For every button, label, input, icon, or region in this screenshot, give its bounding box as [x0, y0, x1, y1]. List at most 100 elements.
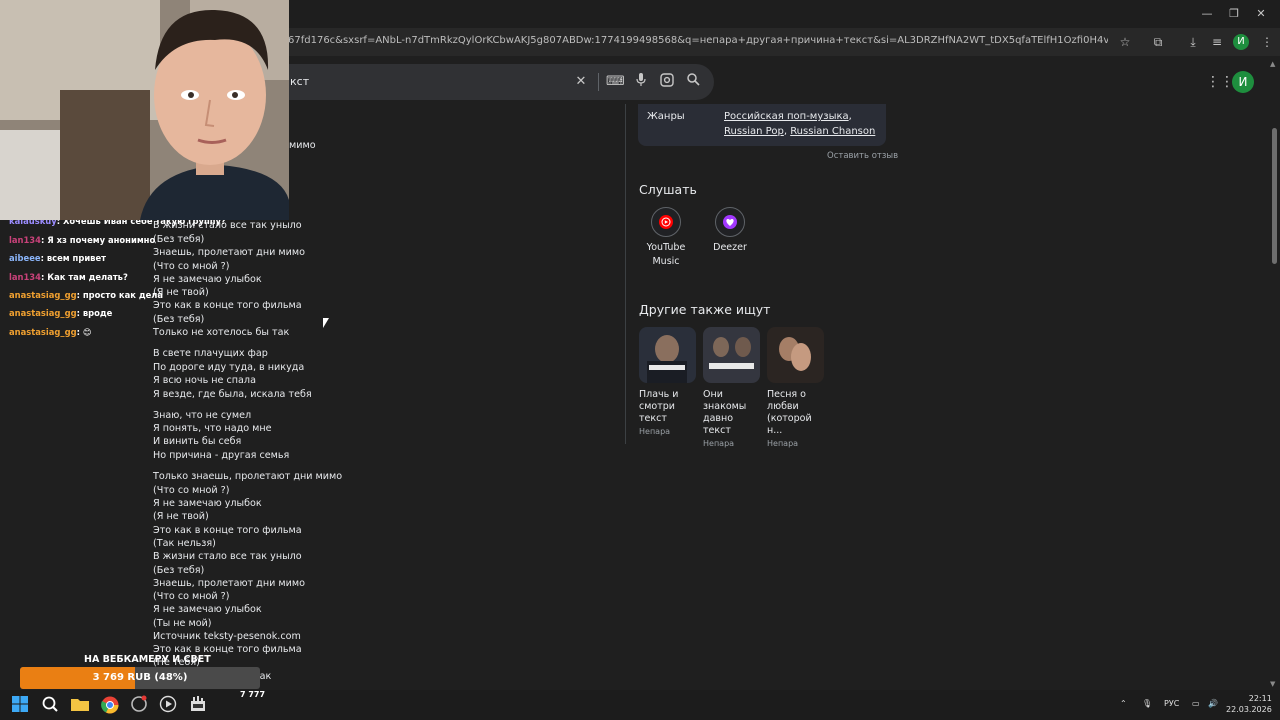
- lyrics-line: Это как в конце того фильма: [153, 525, 302, 536]
- scroll-up-arrow-icon[interactable]: ▲: [1270, 60, 1275, 68]
- lyrics-line: Я не замечаю улыбок: [153, 498, 262, 509]
- lyrics-line: Но причина - другая семья: [153, 450, 290, 461]
- related-song-card[interactable]: Плачь и смотри текст Непара: [639, 327, 697, 436]
- others-search-heading: Другие также ищут: [639, 302, 771, 317]
- lyrics-line: Только знаешь, пролетают дни мимо: [153, 471, 343, 482]
- menu-icon[interactable]: ⋮: [1258, 33, 1276, 51]
- keyboard-icon[interactable]: ⌨: [606, 73, 625, 91]
- lyrics-line: Я не замечаю улыбок: [153, 604, 262, 615]
- media-player-icon[interactable]: [159, 695, 179, 715]
- chat-text: Как там делать?: [47, 272, 128, 282]
- listen-label: YouTube Music: [646, 242, 686, 267]
- search-box[interactable]: кст ✕ ⌨: [260, 64, 714, 100]
- url-text[interactable]: 67fd176c&sxsrf=ANbL-n7dTmRkzQylOrKCbwAKJ…: [288, 35, 1108, 46]
- genre-link[interactable]: Российская поп-музыка: [724, 111, 849, 122]
- related-song-card[interactable]: Песня о любви (которой н... Непара: [767, 327, 825, 448]
- lyrics-line: (Без тебя): [153, 314, 205, 325]
- close-window-icon[interactable]: ✕: [1252, 6, 1270, 22]
- language-indicator[interactable]: РУС: [1164, 699, 1179, 708]
- chrome-icon[interactable]: [100, 695, 120, 715]
- chat-username: anastasiag_gg: [9, 308, 77, 318]
- genres-value: Российская поп-музыка, Russian Pop, Russ…: [724, 111, 876, 137]
- scrollbar-thumb[interactable]: [1272, 128, 1277, 264]
- related-song-title[interactable]: Песня о любви (которой н...: [767, 389, 825, 437]
- related-song-title[interactable]: Они знакомы давно текст: [703, 389, 761, 437]
- related-song-thumbnail[interactable]: [767, 327, 824, 383]
- file-explorer-icon[interactable]: [70, 695, 90, 715]
- system-clock[interactable]: 22:11 22.03.2026: [1226, 693, 1272, 715]
- lyrics-line: мимо: [289, 140, 316, 151]
- tray-chevron-icon[interactable]: ⌃: [1120, 699, 1127, 708]
- windows-start-icon[interactable]: [11, 695, 31, 715]
- lyrics-line: Знаешь, пролетают дни мимо: [153, 578, 305, 589]
- stream-counter: 7 777: [240, 690, 266, 699]
- youtube-music-icon[interactable]: [651, 207, 681, 237]
- lyrics-line: Знаешь, пролетают дни мимо: [153, 247, 305, 258]
- lyrics-line: По дороге иду туда, в никуда: [153, 362, 305, 373]
- reading-list-icon[interactable]: ≡: [1208, 33, 1226, 51]
- genres-panel: Жанры Российская поп-музыка, Russian Pop…: [638, 104, 886, 146]
- clock-time: 22:11: [1248, 694, 1272, 703]
- related-song-artist: Непара: [703, 439, 735, 448]
- lyrics-line: (Что со мной ?): [153, 591, 230, 602]
- webcam-feed-image: [0, 0, 289, 220]
- feedback-link[interactable]: Оставить отзыв: [827, 151, 898, 161]
- search-icon[interactable]: [684, 73, 702, 91]
- restore-icon[interactable]: ❐: [1225, 6, 1243, 22]
- downloads-icon[interactable]: ⤓: [1184, 33, 1202, 51]
- related-song-thumbnail[interactable]: [639, 327, 696, 383]
- clear-icon[interactable]: ✕: [572, 73, 590, 91]
- webcam-overlay: [0, 0, 289, 220]
- related-song-thumbnail[interactable]: [703, 327, 760, 383]
- chat-message: anastasiag_gg: вроде: [9, 308, 113, 318]
- profile-avatar[interactable]: И: [1233, 34, 1249, 50]
- lyrics-line: Я не замечаю улыбок: [153, 274, 262, 285]
- listen-deezer[interactable]: Deezer: [705, 207, 755, 255]
- listen-heading: Слушать: [639, 182, 697, 197]
- chat-text: 😊: [82, 327, 92, 337]
- donation-progress-bar: 3 769 RUB (48%): [20, 667, 260, 689]
- genre-link[interactable]: Russian Chanson: [790, 126, 875, 137]
- donation-goal-label: НА ВЕБКАМЕРУ И СВЕТ: [84, 654, 211, 665]
- search-input[interactable]: кст: [290, 75, 309, 88]
- volume-icon[interactable]: 🔊: [1208, 699, 1218, 708]
- deezer-icon[interactable]: [715, 207, 745, 237]
- column-divider: [625, 104, 626, 444]
- lyrics-source: Источник teksty-pesenok.com: [153, 631, 301, 642]
- lyrics-line: Я всю ночь не спала: [153, 375, 256, 386]
- related-song-artist: Непара: [767, 439, 799, 448]
- lyrics-line: (Без тебя): [153, 234, 205, 245]
- related-song-title[interactable]: Плачь и смотри текст: [639, 389, 697, 425]
- taskbar-search-icon[interactable]: [41, 695, 61, 715]
- search-divider: [598, 73, 599, 91]
- obs-app-icon[interactable]: [189, 695, 209, 715]
- lyrics-line: В свете плачущих фар: [153, 348, 268, 359]
- lyrics-line: (Ты не мой): [153, 618, 212, 629]
- chat-username: anastasiag_gg: [9, 327, 77, 337]
- lyrics-line: (Что со мной ?): [153, 261, 230, 272]
- lyrics-line: Я понять, что надо мне: [153, 423, 272, 434]
- chat-message: lan134: Как там делать?: [9, 272, 128, 282]
- listen-youtube-music[interactable]: YouTube Music: [641, 207, 691, 269]
- chat-message: anastasiag_gg: просто как дела: [9, 290, 164, 300]
- related-song-card[interactable]: Они знакомы давно текст Непара: [703, 327, 761, 448]
- chat-username: lan134: [9, 272, 41, 282]
- microphone-icon[interactable]: [632, 73, 650, 91]
- related-song-artist: Непара: [639, 427, 671, 436]
- lyrics-line: Знаю, что не сумел: [153, 410, 252, 421]
- lyrics-line: Я везде, где была, искала тебя: [153, 389, 312, 400]
- google-apps-icon[interactable]: ⋮⋮: [1206, 74, 1234, 90]
- genres-label: Жанры: [647, 111, 685, 122]
- lens-icon[interactable]: [658, 73, 676, 91]
- scroll-down-arrow-icon[interactable]: ▼: [1270, 680, 1275, 688]
- app-icon[interactable]: [130, 695, 150, 715]
- extensions-icon[interactable]: ⧉: [1149, 33, 1167, 51]
- bookmark-star-icon[interactable]: ☆: [1116, 33, 1134, 51]
- network-icon[interactable]: ▭: [1192, 699, 1200, 708]
- tray-microphone-icon[interactable]: 🎙: [1142, 699, 1152, 708]
- minimize-icon[interactable]: —: [1198, 6, 1216, 22]
- genre-link[interactable]: Russian Pop: [724, 126, 784, 137]
- lyrics-line: И винить бы себя: [153, 436, 242, 447]
- chat-message: lan134: Я хз почему анонимно: [9, 235, 156, 245]
- google-account-avatar[interactable]: И: [1232, 71, 1254, 93]
